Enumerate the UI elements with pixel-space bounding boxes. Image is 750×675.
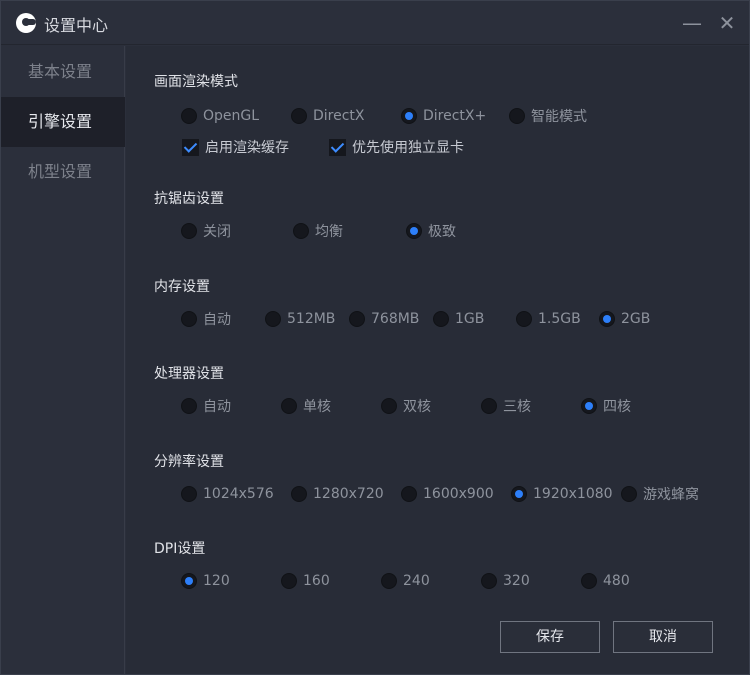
- radio-icon: [265, 311, 281, 327]
- radio-icon: [291, 108, 307, 124]
- radio-icon: [433, 311, 449, 327]
- cpu-option-auto[interactable]: 自动: [181, 394, 231, 418]
- sidebar-item-basic-settings[interactable]: 基本设置: [1, 47, 125, 97]
- memory-option-1gb[interactable]: 1GB: [433, 307, 484, 331]
- radio-selected-icon: [401, 108, 417, 124]
- cpu-option-triple-core[interactable]: 三核: [481, 394, 531, 418]
- radio-icon: [181, 108, 197, 124]
- radio-icon: [281, 573, 297, 589]
- discrete-gpu-checkbox[interactable]: 优先使用独立显卡: [329, 135, 464, 159]
- render-cache-checkbox[interactable]: 启用渲染缓存: [182, 135, 289, 159]
- cancel-button[interactable]: 取消: [613, 621, 713, 653]
- render-option-smart[interactable]: 智能模式: [509, 104, 587, 128]
- checkbox-checked-icon: [182, 138, 199, 156]
- render-mode-title: 画面渲染模式: [154, 74, 238, 90]
- dpi-option-240[interactable]: 240: [381, 569, 430, 593]
- cpu-option-single-core[interactable]: 单核: [281, 394, 331, 418]
- antialias-option-balanced[interactable]: 均衡: [293, 219, 343, 243]
- radio-icon: [516, 311, 532, 327]
- radio-icon: [293, 223, 309, 239]
- render-option-directx[interactable]: DirectX: [291, 104, 365, 128]
- sidebar: 基本设置 引擎设置 机型设置: [1, 46, 125, 674]
- resolution-option-game-hive[interactable]: 游戏蜂窝: [621, 482, 699, 506]
- radio-icon: [349, 311, 365, 327]
- title-bar: 设置中心 — ✕: [1, 1, 749, 45]
- radio-icon: [181, 311, 197, 327]
- antialias-option-ultra[interactable]: 极致: [406, 219, 456, 243]
- antialias-title: 抗锯齿设置: [154, 191, 224, 207]
- close-button[interactable]: ✕: [713, 9, 741, 37]
- memory-option-2gb[interactable]: 2GB: [599, 307, 650, 331]
- radio-selected-icon: [181, 573, 197, 589]
- radio-icon: [581, 573, 597, 589]
- cpu-option-dual-core[interactable]: 双核: [381, 394, 431, 418]
- radio-icon: [181, 486, 197, 502]
- memory-title: 内存设置: [154, 279, 210, 295]
- sidebar-item-model-settings[interactable]: 机型设置: [1, 147, 125, 197]
- settings-panel: 画面渲染模式 OpenGL DirectX DirectX+ 智能模式 启用渲染…: [126, 46, 749, 674]
- resolution-option-1600x900[interactable]: 1600x900: [401, 482, 494, 506]
- dpi-title: DPI设置: [154, 541, 206, 557]
- checkbox-checked-icon: [329, 138, 346, 156]
- resolution-option-1280x720[interactable]: 1280x720: [291, 482, 384, 506]
- radio-selected-icon: [406, 223, 422, 239]
- radio-icon: [381, 573, 397, 589]
- window-title: 设置中心: [44, 16, 109, 35]
- radio-icon: [281, 398, 297, 414]
- resolution-option-1024x576[interactable]: 1024x576: [181, 482, 274, 506]
- dpi-option-120[interactable]: 120: [181, 569, 230, 593]
- radio-icon: [181, 398, 197, 414]
- app-logo-icon: [16, 13, 36, 33]
- resolution-option-1920x1080[interactable]: 1920x1080: [511, 482, 613, 506]
- radio-icon: [181, 223, 197, 239]
- cpu-option-quad-core[interactable]: 四核: [581, 394, 631, 418]
- minimize-button[interactable]: —: [678, 9, 706, 37]
- radio-icon: [481, 398, 497, 414]
- save-button[interactable]: 保存: [500, 621, 600, 653]
- dpi-option-160[interactable]: 160: [281, 569, 330, 593]
- radio-icon: [481, 573, 497, 589]
- sidebar-item-engine-settings[interactable]: 引擎设置: [1, 97, 125, 147]
- dpi-option-320[interactable]: 320: [481, 569, 530, 593]
- render-option-opengl[interactable]: OpenGL: [181, 104, 259, 128]
- radio-icon: [401, 486, 417, 502]
- resolution-title: 分辨率设置: [154, 454, 224, 470]
- radio-icon: [381, 398, 397, 414]
- memory-option-1-5gb[interactable]: 1.5GB: [516, 307, 581, 331]
- memory-option-512mb[interactable]: 512MB: [265, 307, 335, 331]
- radio-icon: [621, 486, 637, 502]
- settings-window: 设置中心 — ✕ 基本设置 引擎设置 机型设置 画面渲染模式 OpenGL Di…: [0, 0, 750, 675]
- cpu-title: 处理器设置: [154, 366, 224, 382]
- antialias-option-off[interactable]: 关闭: [181, 219, 231, 243]
- memory-option-768mb[interactable]: 768MB: [349, 307, 419, 331]
- radio-selected-icon: [581, 398, 597, 414]
- radio-selected-icon: [599, 311, 615, 327]
- radio-icon: [509, 108, 525, 124]
- radio-icon: [291, 486, 307, 502]
- radio-selected-icon: [511, 486, 527, 502]
- memory-option-auto[interactable]: 自动: [181, 307, 231, 331]
- dpi-option-480[interactable]: 480: [581, 569, 630, 593]
- render-option-directx-plus[interactable]: DirectX+: [401, 104, 486, 128]
